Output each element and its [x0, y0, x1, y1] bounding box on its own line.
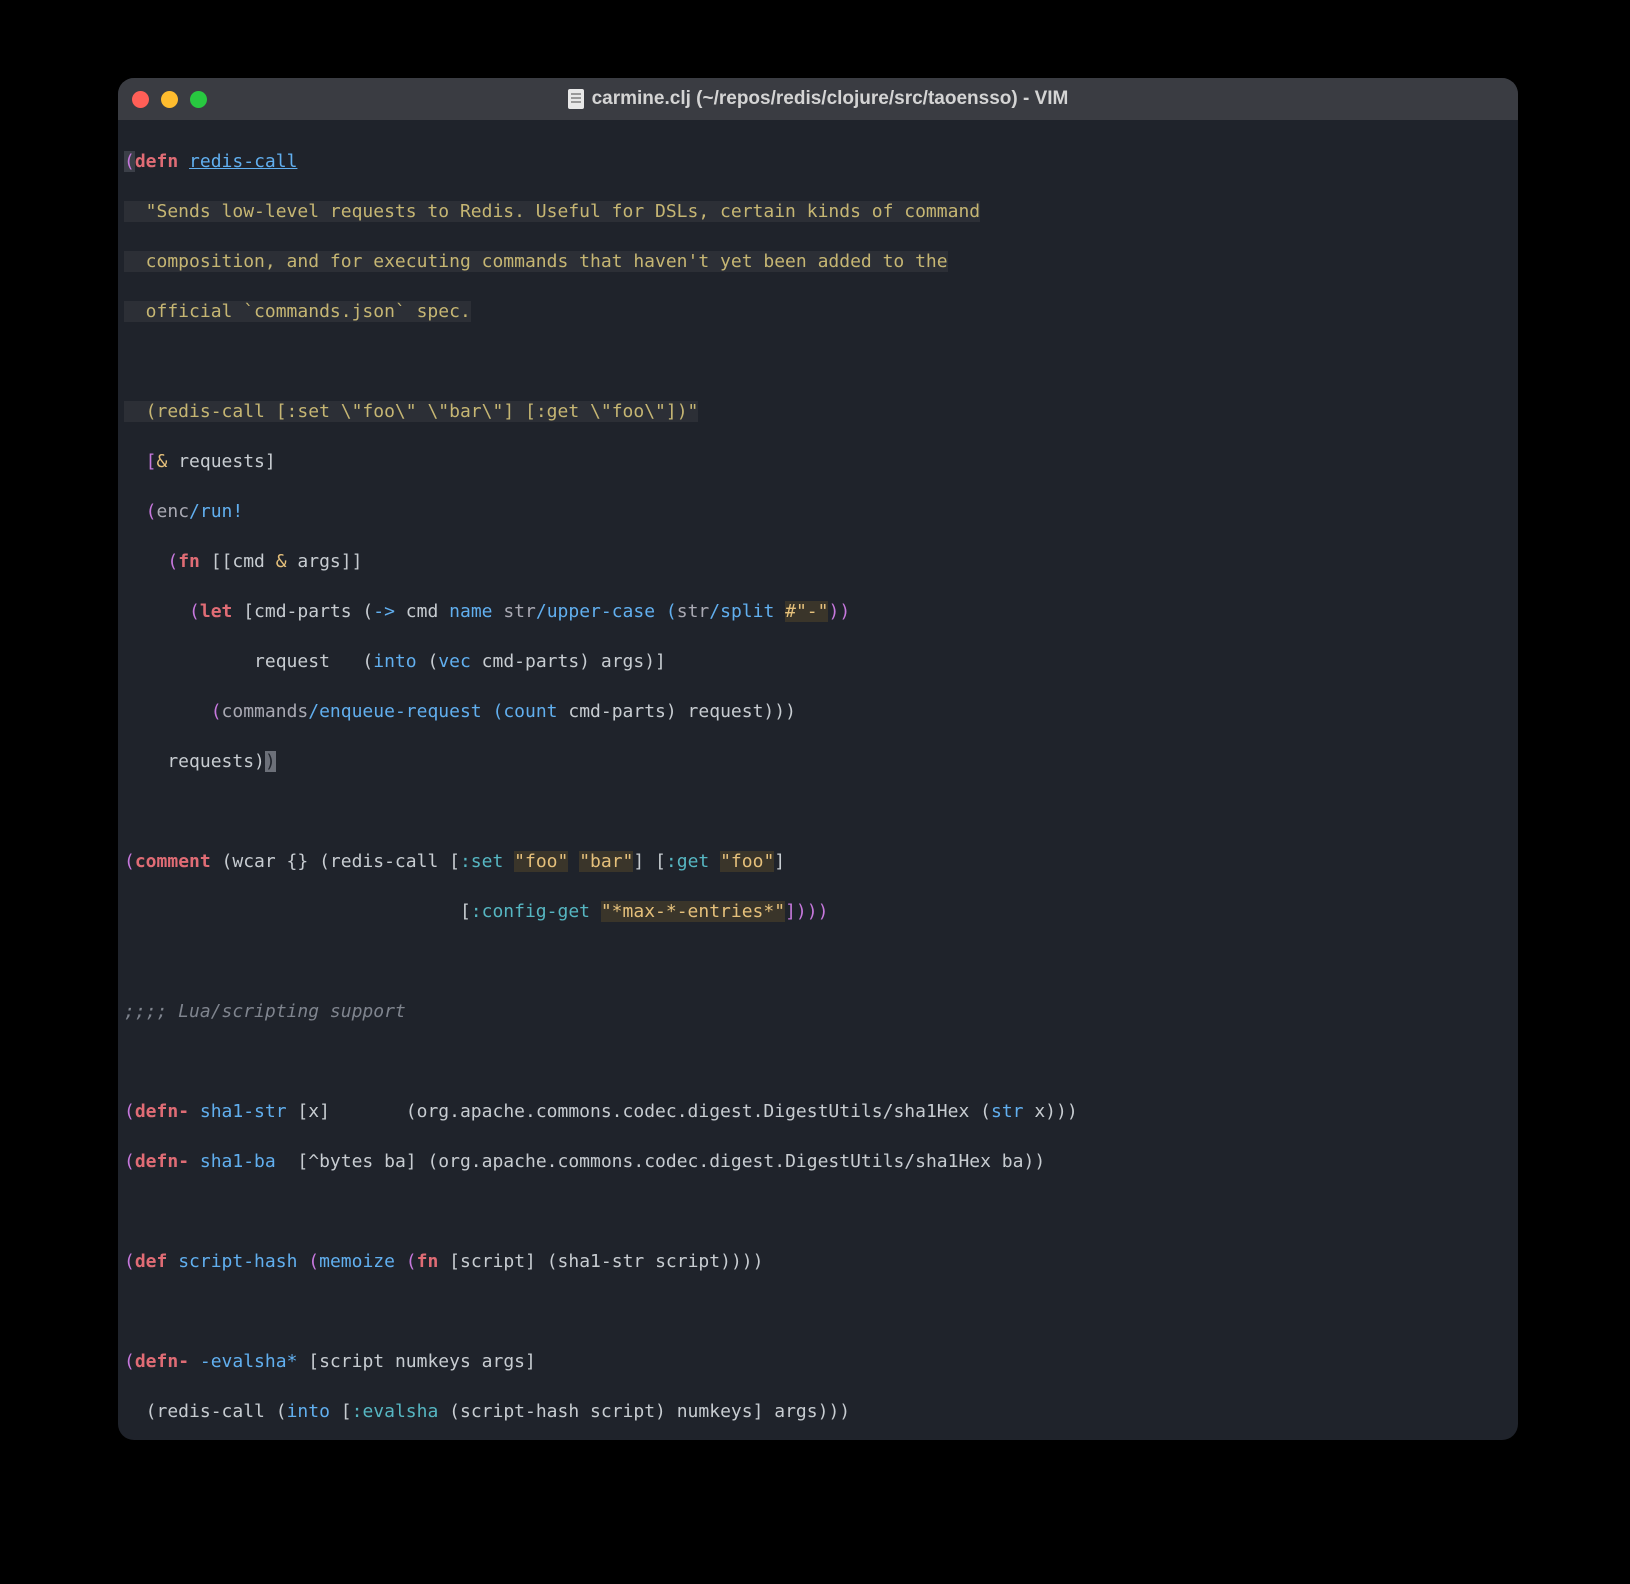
document-icon [568, 89, 584, 109]
minimize-icon[interactable] [161, 91, 178, 108]
close-icon[interactable] [132, 91, 149, 108]
editor-content[interactable]: (defn redis-call "Sends low-level reques… [118, 120, 1518, 1440]
terminal-window: carmine.clj (~/repos/redis/clojure/src/t… [118, 78, 1518, 1440]
zoom-icon[interactable] [190, 91, 207, 108]
traffic-lights [132, 91, 207, 108]
title-text: carmine.clj (~/repos/redis/clojure/src/t… [592, 88, 1069, 110]
titlebar: carmine.clj (~/repos/redis/clojure/src/t… [118, 78, 1518, 120]
window-title: carmine.clj (~/repos/redis/clojure/src/t… [118, 88, 1518, 110]
